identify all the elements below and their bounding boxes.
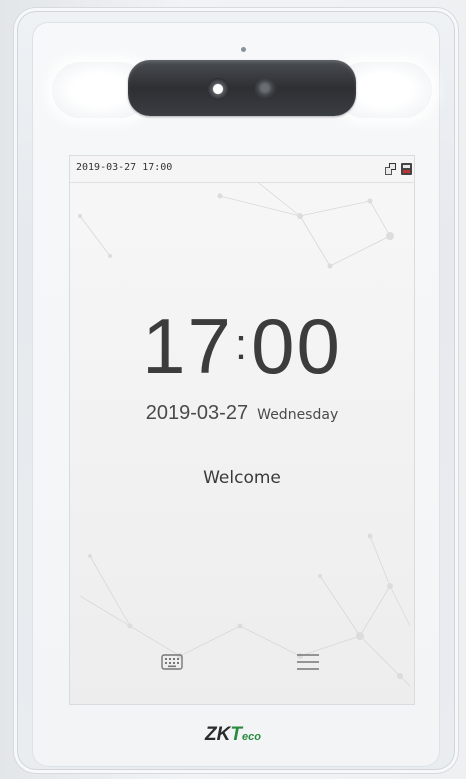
camera-lens-infrared: [255, 78, 277, 100]
status-datetime: 2019-03-27 17:00: [76, 162, 173, 173]
network-icon: [384, 161, 397, 175]
brand-logo-zk: ZK: [205, 724, 231, 745]
product-photo: 2019-03-27 17:00 17:00 2019-03-27 Wednes…: [0, 0, 466, 779]
sensor-dot: [241, 47, 246, 52]
brand-logo-t: T: [230, 724, 242, 745]
clock-hours: 17: [142, 302, 233, 390]
brand-logo: ZKTeco: [0, 724, 466, 746]
touch-screen[interactable]: 2019-03-27 17:00 17:00 2019-03-27 Wednes…: [70, 156, 414, 704]
clock-minutes: 00: [251, 302, 342, 390]
clock-separator: :: [234, 320, 250, 369]
card-reader-icon: [400, 161, 413, 175]
welcome-message: Welcome: [203, 468, 281, 488]
keyboard-icon: [161, 654, 183, 670]
date-value: 2019-03-27: [145, 402, 249, 424]
keyboard-button[interactable]: [154, 644, 190, 680]
weekday-value: Wednesday: [257, 407, 339, 423]
date-line: 2019-03-27 Wednesday: [70, 402, 414, 425]
menu-button[interactable]: [290, 644, 326, 680]
brand-logo-eco: eco: [241, 731, 261, 743]
menu-icon: [297, 654, 319, 670]
clock-display: 17:00: [70, 306, 414, 385]
camera-lens-visible: [207, 78, 229, 100]
status-bar: 2019-03-27 17:00: [70, 156, 414, 183]
constellation-background: [78, 175, 411, 687]
camera-module: [128, 60, 356, 116]
